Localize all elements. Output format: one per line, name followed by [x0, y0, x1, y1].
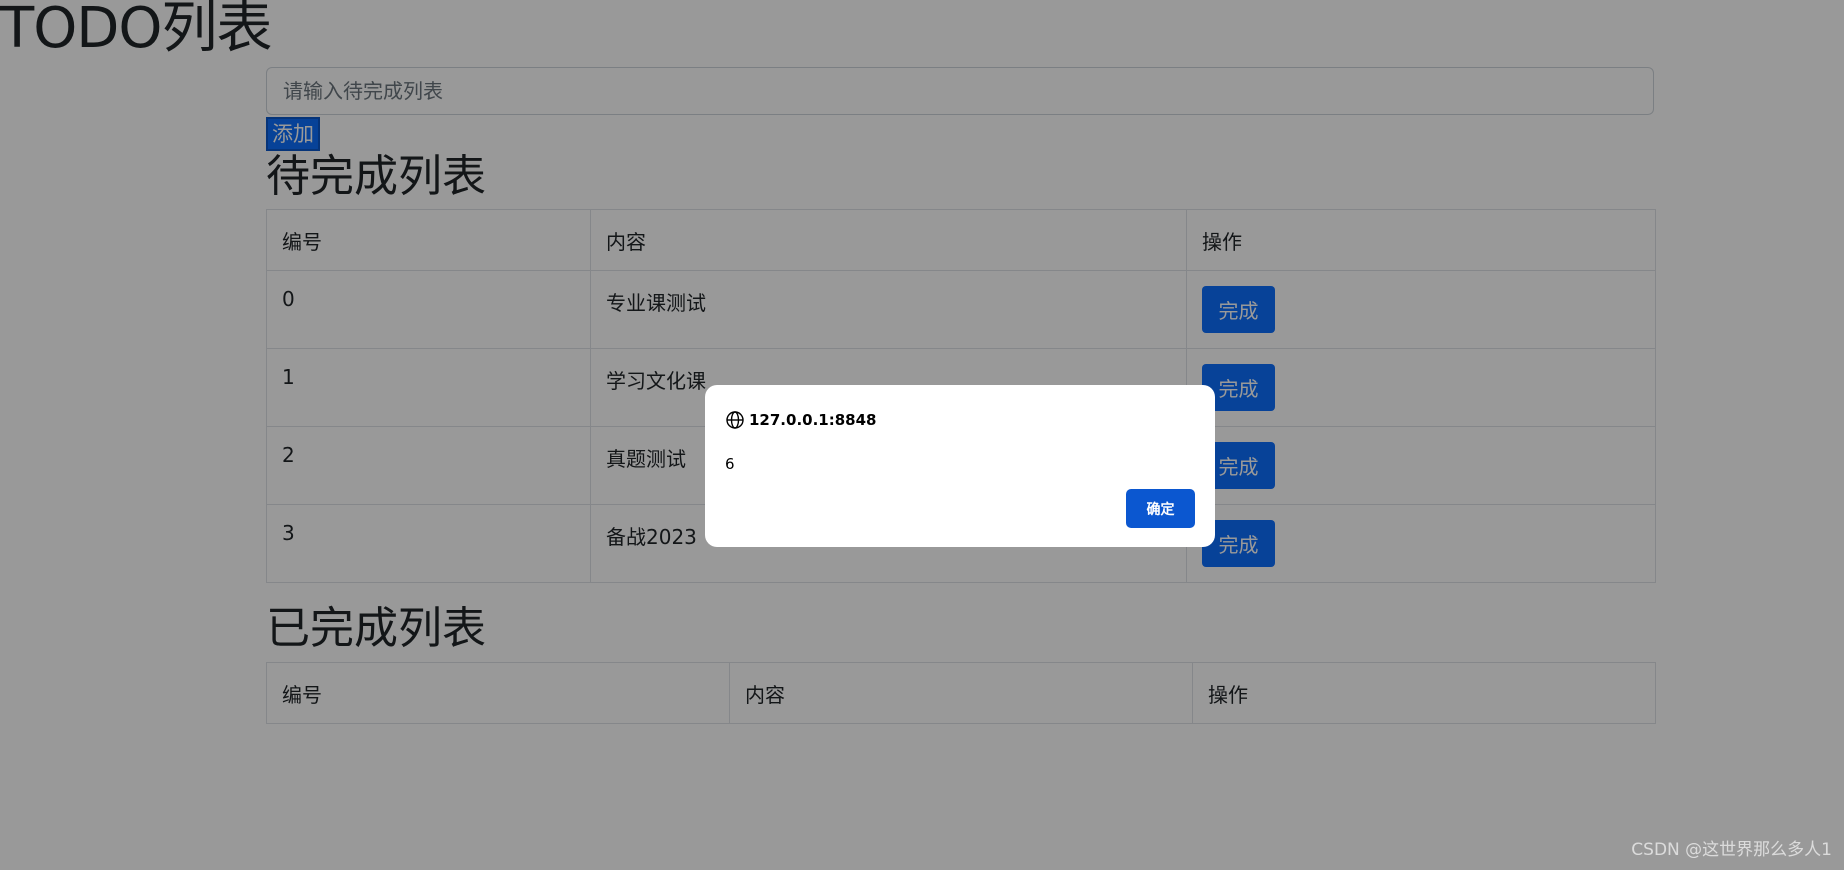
- dialog-header: 127.0.0.1:8848: [725, 405, 1195, 435]
- dialog-message: 6: [725, 455, 735, 473]
- dialog-origin: 127.0.0.1:8848: [749, 411, 877, 429]
- globe-icon: [725, 410, 745, 430]
- ok-button[interactable]: 确定: [1126, 489, 1195, 528]
- alert-dialog: 127.0.0.1:8848 6 确定: [705, 385, 1215, 547]
- watermark: CSDN @这世界那么多人1: [1631, 840, 1832, 860]
